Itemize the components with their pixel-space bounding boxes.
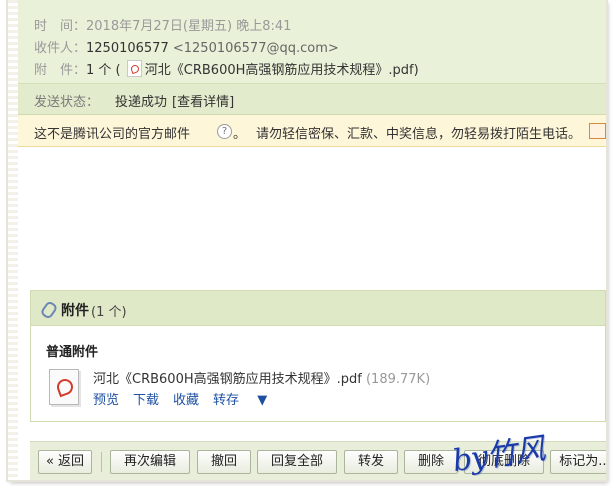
mail-body bbox=[18, 147, 606, 287]
attachment-label: 附 件： bbox=[34, 63, 87, 78]
view-details-link[interactable]: [查看详情] bbox=[172, 91, 234, 110]
toolbar-divider bbox=[101, 452, 102, 472]
attachment-file: 河北《CRB600H高强钢筋应用技术规程》.pdf (189.77K) bbox=[93, 368, 430, 387]
save-to-link[interactable]: 转存 ▼ bbox=[213, 393, 281, 408]
attachment-count: (1 个) bbox=[91, 305, 127, 320]
chevron-down-icon: ▼ bbox=[257, 393, 268, 408]
torn-edge bbox=[8, 0, 18, 480]
warning-period: 。 bbox=[233, 127, 247, 142]
normal-attachment-title: 普通附件 bbox=[46, 345, 99, 360]
back-button[interactable]: « 返回 bbox=[38, 450, 92, 474]
send-status-bar: 发送状态： 投递成功 [查看详情] bbox=[18, 84, 606, 115]
warning-text: 这不是腾讯公司的官方邮件 bbox=[34, 127, 191, 142]
time-value: 2018年7月27日(星期五) 晚上8:41 bbox=[86, 19, 292, 34]
time-row: 时 间：2018年7月27日(星期五) 晚上8:41 bbox=[34, 15, 291, 34]
download-link[interactable]: 下载 bbox=[133, 393, 159, 408]
save-to-label: 转存 bbox=[213, 393, 240, 408]
forward-button[interactable]: 转发 bbox=[344, 450, 398, 474]
attachment-panel-header: 附件 (1 个) bbox=[31, 291, 605, 326]
attachment-title: 附件 bbox=[61, 303, 89, 319]
attachment-count-text: 1 个 ( bbox=[86, 63, 121, 78]
mail-header: 时 间：2018年7月27日(星期五) 晚上8:41 收件人：125010657… bbox=[18, 0, 606, 84]
recall-button[interactable]: 撤回 bbox=[197, 450, 251, 474]
attachment-file-name[interactable]: 河北《CRB600H高强钢筋应用技术规程》.pdf bbox=[93, 372, 362, 387]
send-status-label: 发送状态： bbox=[34, 95, 100, 110]
warning-advice: 请勿轻信密保、汇款、中奖信息，勿轻易拨打陌生电话。 bbox=[256, 127, 582, 142]
mail-window: 时 间：2018年7月27日(星期五) 晚上8:41 收件人：125010657… bbox=[8, 0, 606, 480]
preview-link[interactable]: 预览 bbox=[93, 393, 119, 408]
question-icon[interactable]: ? bbox=[217, 124, 232, 139]
attachment-row: 附 件：1 个 ( 河北《CRB600H高强钢筋应用技术规程》.pdf) bbox=[34, 59, 419, 78]
send-status-value: 投递成功 bbox=[115, 95, 168, 110]
reedit-button[interactable]: 再次编辑 bbox=[110, 450, 190, 474]
attachment-panel: 附件 (1 个) 普通附件 河北《CRB600H高强钢筋应用技术规程》.pdf … bbox=[30, 290, 606, 422]
favorite-link[interactable]: 收藏 bbox=[173, 393, 199, 408]
attachment-actions: 预览 下载 收藏 转存 ▼ bbox=[93, 389, 281, 408]
recipient-name[interactable]: 1250106577 bbox=[86, 41, 169, 56]
time-label: 时 间： bbox=[34, 19, 87, 34]
paperclip-icon bbox=[39, 300, 59, 320]
recipient-email: <1250106577@qq.com> bbox=[172, 41, 339, 56]
delete-button[interactable]: 删除 bbox=[404, 450, 458, 474]
attachment-link[interactable]: 河北《CRB600H高强钢筋应用技术规程》.pdf) bbox=[145, 63, 419, 78]
recipient-label: 收件人： bbox=[34, 41, 87, 56]
edit-icon[interactable] bbox=[589, 123, 606, 139]
recipient-row: 收件人：1250106577 <1250106577@qq.com> bbox=[34, 37, 339, 56]
security-warning: 这不是腾讯公司的官方邮件 ? 。 请勿轻信密保、汇款、中奖信息，勿轻易拨打陌生电… bbox=[18, 115, 606, 147]
pdf-file-icon[interactable] bbox=[49, 369, 79, 405]
reply-all-button[interactable]: 回复全部 bbox=[257, 450, 337, 474]
pdf-icon bbox=[126, 60, 142, 77]
attachment-file-size: (189.77K) bbox=[365, 372, 431, 387]
